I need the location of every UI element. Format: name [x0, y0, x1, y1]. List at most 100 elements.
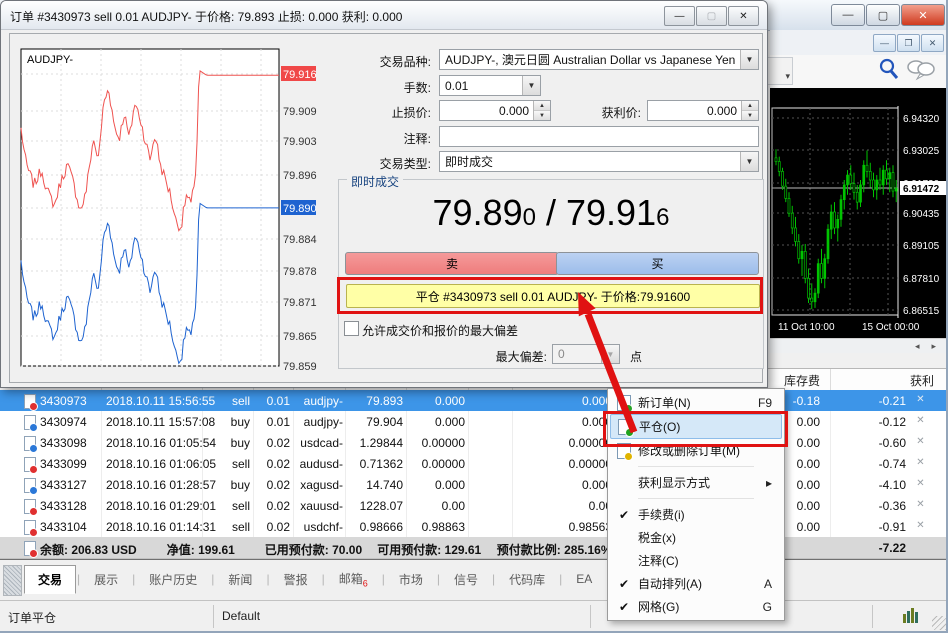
buy-button[interactable]: 买 — [556, 252, 759, 275]
close-order-x-button[interactable]: ✕ — [914, 394, 927, 407]
cell-symbol: xauusd- — [291, 499, 343, 513]
ask-price-label: 79.916 — [283, 69, 317, 81]
row-divider — [253, 411, 254, 432]
close-position-button[interactable]: 平仓 #3430973 sell 0.01 AUDJPY- 于价格:79.916… — [346, 284, 760, 308]
menu-item-c[interactable]: 注释(C) — [610, 549, 782, 572]
table-row[interactable]: 34331042018.10.16 01:14:31sell0.02usdchf… — [0, 516, 948, 538]
cell-sl: 0.000 — [409, 478, 465, 492]
tick-axis-label: 79.859 — [283, 361, 317, 373]
toolbar-icons — [770, 55, 948, 88]
tab-代码库[interactable]: 代码库 — [496, 566, 558, 593]
tick-axis-label: 79.909 — [283, 106, 317, 118]
cell-price: 0.98666 — [347, 520, 403, 534]
row-divider — [253, 495, 254, 516]
menu-separator — [638, 466, 754, 467]
sell-order-icon — [24, 520, 36, 535]
table-row[interactable]: 34330982018.10.16 01:05:54buy0.02usdcad-… — [0, 432, 948, 454]
close-order-x-button[interactable]: ✕ — [914, 436, 927, 449]
terminal-grip[interactable] — [3, 565, 22, 596]
row-divider — [253, 432, 254, 453]
balance-icon — [24, 541, 36, 556]
takeprofit-input[interactable]: 0.000 ▲▼ — [647, 100, 759, 121]
takeprofit-stepper[interactable]: ▲▼ — [741, 101, 758, 120]
table-row[interactable]: 34309732018.10.11 15:56:55sell0.01audjpy… — [0, 390, 948, 412]
cell-profit: -0.21 — [860, 394, 906, 408]
max-deviation-value: 0 — [553, 347, 601, 361]
close-order-x-button[interactable]: ✕ — [914, 520, 927, 533]
tab-警报[interactable]: 警报 — [271, 566, 321, 593]
chevron-down-icon[interactable]: ▼ — [740, 152, 758, 171]
balance-item: 余额: 206.83 USD — [40, 541, 137, 558]
table-row[interactable]: 34331282018.10.16 01:29:01sell0.02xauusd… — [0, 495, 948, 517]
table-row[interactable]: 34331272018.10.16 01:28:57buy0.02xagusd-… — [0, 474, 948, 496]
order-type-select[interactable]: 即时成交 ▼ — [439, 151, 759, 172]
chart-restore-button[interactable]: ❐ — [897, 34, 920, 52]
close-order-x-button[interactable]: ✕ — [914, 499, 927, 512]
close-order-x-button[interactable]: ✕ — [914, 415, 927, 428]
tab-市场[interactable]: 市场 — [386, 566, 436, 593]
menu-item-m[interactable]: 修改或删除订单(M) — [610, 439, 782, 462]
max-deviation-checkbox[interactable] — [344, 321, 359, 336]
chart-close-button[interactable]: ✕ — [921, 34, 944, 52]
dialog-close-button[interactable]: ✕ — [728, 6, 759, 26]
table-row[interactable]: 34330992018.10.16 01:06:05sell0.02audusd… — [0, 453, 948, 475]
sell-button[interactable]: 卖 — [345, 252, 559, 275]
main-toolbar — [770, 55, 948, 89]
tick-chart: 79.90979.90379.89679.88479.87879.87179.8… — [17, 45, 317, 375]
close-order-x-button[interactable]: ✕ — [914, 457, 927, 470]
status-left-text: 订单平仓 — [8, 609, 56, 626]
menu-item-o[interactable]: 平仓(O) — [610, 414, 782, 439]
header-swap[interactable]: 库存费 — [774, 372, 820, 389]
tab-邮箱[interactable]: 邮箱6 — [326, 565, 381, 593]
chevron-down-icon[interactable]: ▼ — [522, 76, 540, 95]
main-maximize-button[interactable]: ▢ — [866, 4, 900, 26]
comment-label: 注释: — [335, 130, 431, 147]
cell-price: 1228.07 — [347, 499, 403, 513]
order-type-label: 交易类型: — [335, 155, 431, 172]
row-divider — [345, 453, 346, 474]
dialog-minimize-button[interactable]: — — [664, 6, 695, 26]
scroll-left-icon[interactable]: ◂ — [915, 341, 920, 352]
search-icon[interactable] — [881, 60, 897, 78]
candle-axis-label: 6.90435 — [903, 209, 940, 220]
row-divider — [406, 474, 407, 495]
comment-input[interactable] — [439, 126, 759, 147]
table-row[interactable]: 34309742018.10.11 15:57:08buy0.01audjpy-… — [0, 411, 948, 433]
tab-信号[interactable]: 信号 — [441, 566, 491, 593]
volume-select[interactable]: 0.01 ▼ — [439, 75, 541, 96]
close-order-x-button[interactable]: ✕ — [914, 478, 927, 491]
menu-item-n[interactable]: 新订单(N)F9 — [610, 391, 782, 414]
tab-展示[interactable]: 展示 — [81, 566, 131, 593]
tab-账户历史[interactable]: 账户历史 — [136, 566, 210, 593]
menu-item-a[interactable]: ✔自动排列(A)A — [610, 572, 782, 595]
menu-item-[interactable]: 获利显示方式▸ — [610, 471, 782, 494]
menu-item-x[interactable]: 税金(x) — [610, 526, 782, 549]
tab-交易[interactable]: 交易 — [24, 565, 76, 594]
chart-hscrollbar[interactable]: ◂ ▸ — [770, 338, 948, 353]
stoploss-input[interactable]: 0.000 ▲▼ — [439, 100, 551, 121]
candle-axis-label: 6.87810 — [903, 274, 940, 285]
dialog-title: 订单 #3430973 sell 0.01 AUDJPY- 于价格: 79.89… — [10, 8, 402, 25]
usdcnh-candle-chart[interactable]: 6.943206.930256.917206.904356.891056.878… — [770, 88, 948, 338]
resize-grip[interactable] — [932, 616, 946, 630]
cell-lots: 0.02 — [256, 457, 290, 471]
tab-新闻[interactable]: 新闻 — [215, 566, 265, 593]
main-minimize-button[interactable]: — — [831, 4, 865, 26]
header-profit[interactable]: 获利 — [894, 372, 934, 389]
cell-symbol: audjpy- — [291, 415, 343, 429]
menu-item-i[interactable]: ✔手续费(i) — [610, 503, 782, 526]
status-profile[interactable]: Default — [222, 609, 260, 623]
tab-EA[interactable]: EA — [563, 567, 605, 591]
symbol-select[interactable]: AUDJPY-, 澳元日圆 Australian Dollar vs Japan… — [439, 49, 759, 70]
toolbar-dropdown-button[interactable]: ▾ — [765, 57, 793, 85]
tick-axis-label: 79.878 — [283, 266, 317, 278]
menu-item-g[interactable]: ✔网格(G)G — [610, 595, 782, 618]
tab-divider: | — [322, 572, 325, 586]
main-close-button[interactable]: ✕ — [901, 4, 945, 26]
dialog-titlebar[interactable]: 订单 #3430973 sell 0.01 AUDJPY- 于价格: 79.89… — [1, 1, 767, 30]
scroll-right-icon[interactable]: ▸ — [931, 341, 936, 352]
chart-minimize-button[interactable]: — — [873, 34, 896, 52]
cell-order: 3430973 — [40, 394, 100, 408]
chevron-down-icon[interactable]: ▼ — [740, 50, 758, 69]
chat-icon[interactable] — [908, 61, 934, 79]
